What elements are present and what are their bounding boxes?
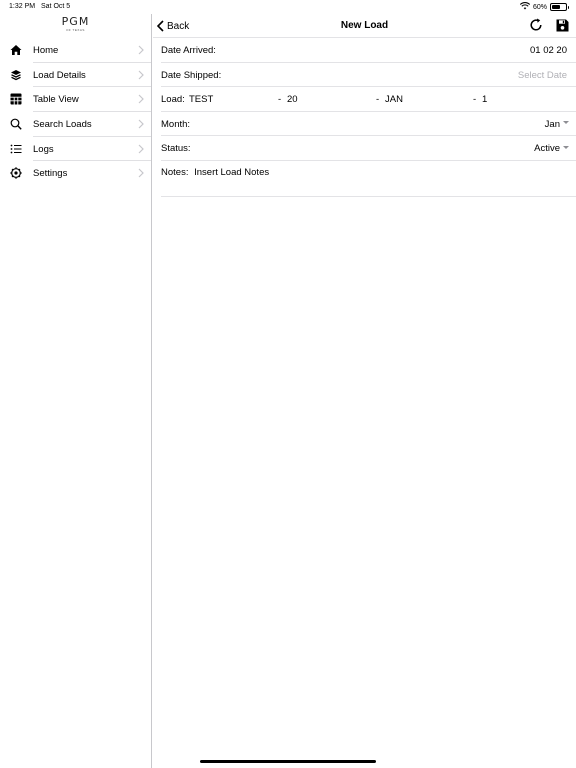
chevron-right-icon	[138, 70, 144, 80]
date-shipped-label: Date Shipped:	[161, 69, 222, 81]
sidebar-item-label: Logs	[33, 143, 54, 155]
sidebar-item-label: Home	[33, 44, 59, 56]
dropdown-arrow-icon	[563, 121, 569, 125]
chevron-right-icon	[138, 119, 144, 129]
save-button[interactable]	[554, 17, 570, 33]
date-shipped-row[interactable]: Date Shipped: Select Date	[161, 63, 576, 88]
sidebar-item-load-details[interactable]: Load Details	[0, 63, 151, 88]
list-icon	[9, 142, 23, 156]
chevron-right-icon	[138, 45, 144, 55]
date-arrived-row[interactable]: Date Arrived: 01 02 20	[161, 38, 576, 63]
sidebar-item-settings[interactable]: Settings	[0, 161, 151, 186]
sidebar-item-logs[interactable]: Logs	[0, 137, 151, 162]
notes-input[interactable]: Insert Load Notes	[194, 167, 269, 178]
grid-icon	[9, 92, 23, 106]
sidebar-item-label: Search Loads	[33, 118, 92, 130]
gear-icon	[9, 166, 23, 180]
detail-pane: Back New Load Date Arrived: 01 02 20 Dat…	[153, 14, 576, 768]
notes-label: Notes: Insert Load Notes	[161, 167, 269, 178]
chevron-right-icon	[138, 144, 144, 154]
load-label: Load:	[161, 94, 185, 106]
battery-fill	[552, 5, 560, 9]
house-icon	[9, 43, 23, 57]
battery-icon	[550, 3, 569, 11]
notes-row[interactable]: Notes: Insert Load Notes	[161, 161, 576, 197]
search-icon	[9, 117, 23, 131]
status-label: Status:	[161, 143, 191, 155]
home-indicator[interactable]	[200, 760, 376, 763]
load-prefix-field[interactable]: TEST	[189, 94, 213, 105]
logo-text: PGM	[61, 15, 90, 28]
wifi-icon	[519, 2, 531, 12]
sidebar-item-label: Settings	[33, 168, 68, 180]
status-select[interactable]: Active	[534, 143, 569, 154]
load-number-field[interactable]: 1	[482, 94, 487, 105]
status-date: Sat Oct 5	[41, 3, 71, 10]
status-value: Active	[534, 143, 560, 155]
status-row[interactable]: Status: Active	[161, 136, 576, 161]
chevron-right-icon	[138, 94, 144, 104]
app-logo: PGM OF TEXAS	[0, 14, 151, 38]
status-time: 1:32 PM	[9, 3, 36, 10]
nav-actions	[528, 17, 570, 33]
refresh-button[interactable]	[528, 17, 544, 33]
load-year-field[interactable]: 20	[287, 94, 298, 105]
save-icon	[556, 19, 568, 31]
sidebar-item-table-view[interactable]: Table View	[0, 87, 151, 113]
layers-icon	[9, 68, 23, 82]
load-separator: -	[278, 94, 282, 106]
load-separator: -	[473, 94, 477, 106]
sidebar-item-home[interactable]: Home	[0, 38, 151, 63]
date-arrived-value[interactable]: 01 02 20	[530, 45, 567, 56]
month-row[interactable]: Month: Jan	[161, 112, 576, 137]
sidebar-item-label: Load Details	[33, 69, 86, 81]
date-arrived-label: Date Arrived:	[161, 45, 216, 56]
load-row: Load: TEST - 20 - JAN - 1	[161, 87, 576, 112]
month-value: Jan	[544, 118, 560, 130]
status-bar: 1:32 PM Sat Oct 5 60%	[0, 0, 576, 14]
refresh-icon	[530, 18, 542, 31]
load-month-field[interactable]: JAN	[385, 94, 403, 105]
sidebar-item-label: Table View	[33, 94, 79, 106]
logo-subtitle: OF TEXAS	[66, 28, 85, 32]
load-separator: -	[376, 94, 380, 106]
logo-mark: PGM	[62, 16, 90, 27]
status-right: 60%	[519, 2, 569, 12]
chevron-right-icon	[138, 169, 144, 178]
notes-label-text: Notes:	[161, 166, 189, 178]
navigation-bar: Back New Load	[153, 14, 576, 38]
date-shipped-picker[interactable]: Select Date	[518, 70, 567, 81]
sidebar: PGM OF TEXAS Home Load Details Table Vie…	[0, 14, 152, 768]
sidebar-item-search-loads[interactable]: Search Loads	[0, 112, 151, 137]
month-select[interactable]: Jan	[545, 119, 569, 130]
battery-percent: 60%	[532, 3, 547, 11]
dropdown-arrow-icon	[563, 145, 569, 149]
month-label: Month:	[161, 118, 191, 130]
page-title: New Load	[340, 20, 389, 31]
